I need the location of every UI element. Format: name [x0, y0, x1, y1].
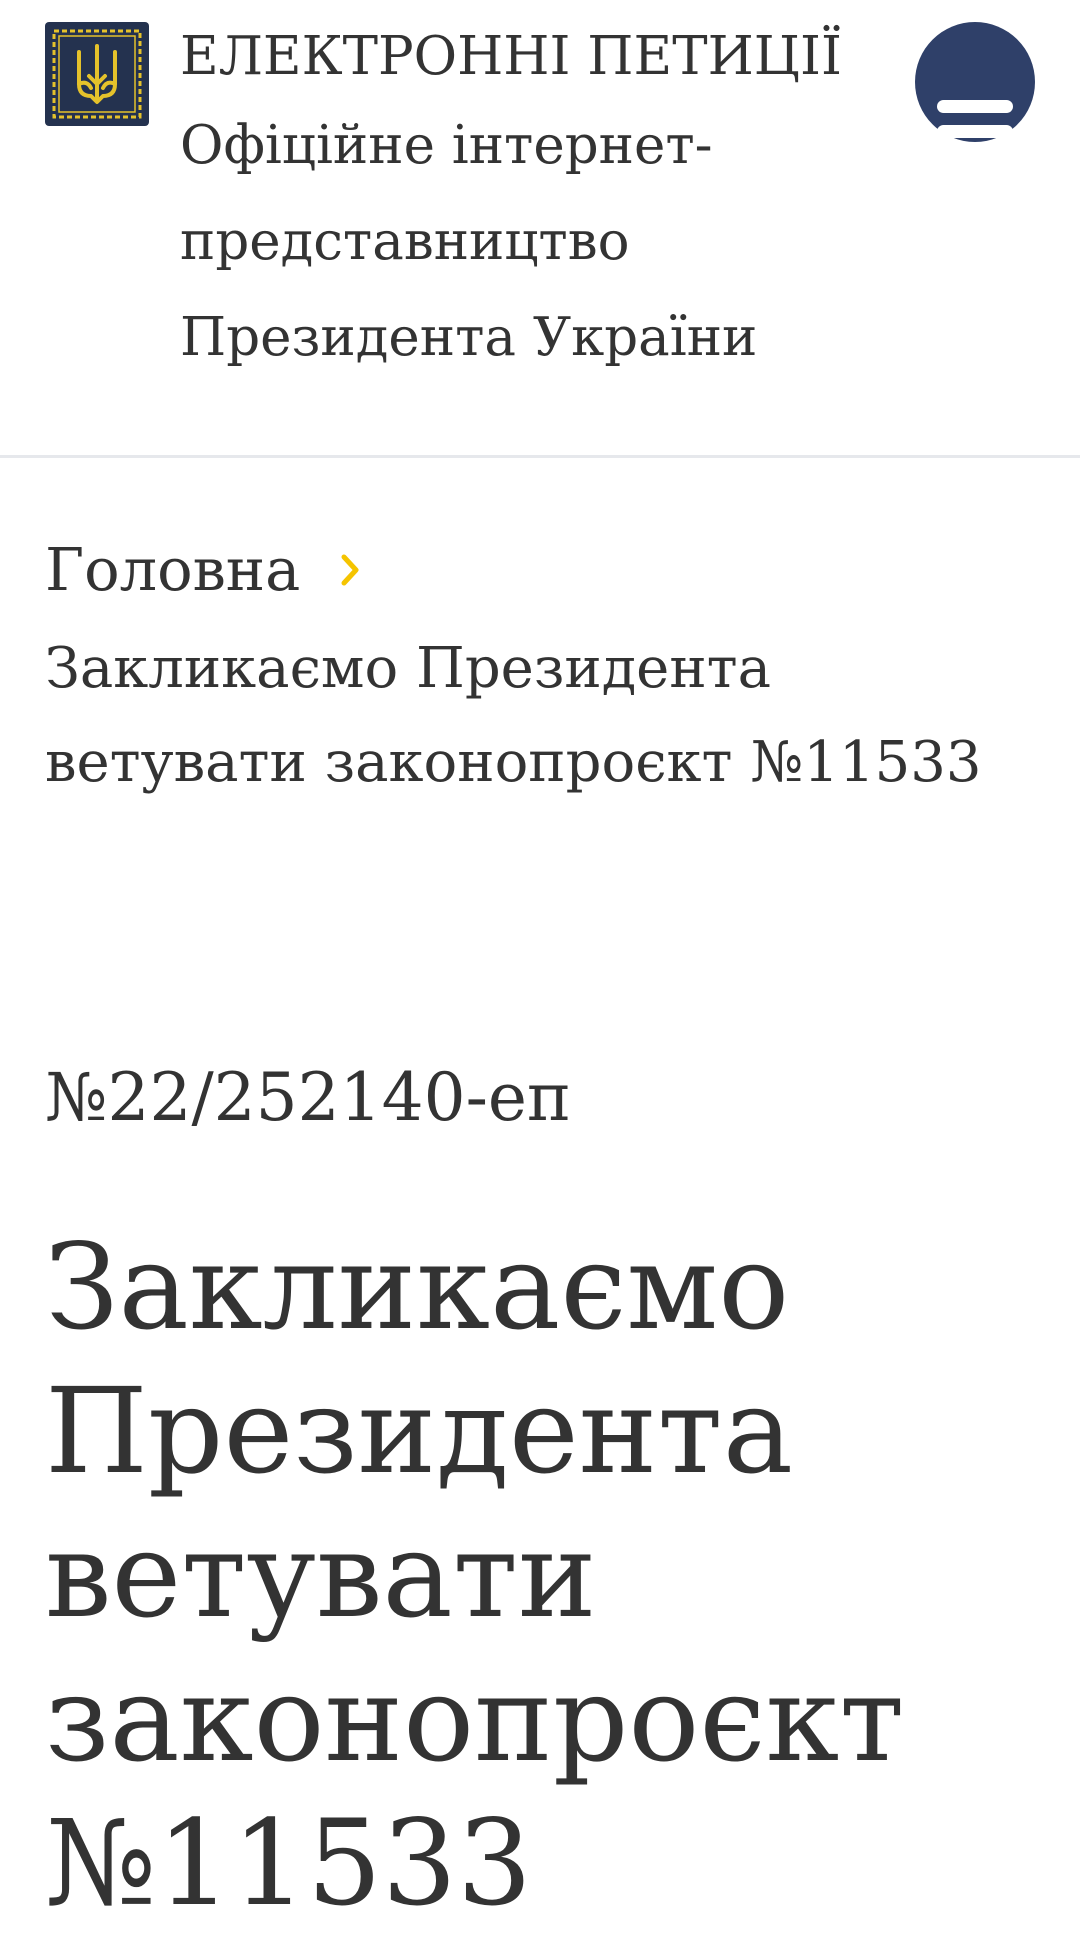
site-title: ЕЛЕКТРОННІ ПЕТИЦІЇ Офіційне інтернет-пре…: [180, 22, 860, 386]
breadcrumb-home-link[interactable]: Головна: [45, 520, 300, 620]
breadcrumb: Головна Закликаємо Президента ветувати з…: [45, 520, 1005, 810]
site-header: ЕЛЕКТРОННІ ПЕТИЦІЇ Офіційне інтернет-пре…: [0, 0, 1080, 458]
breadcrumb-current: Закликаємо Президента ветувати законопро…: [45, 636, 982, 795]
site-title-main: ЕЛЕКТРОННІ ПЕТИЦІЇ: [180, 26, 842, 87]
site-logo[interactable]: [45, 22, 149, 126]
chevron-right-icon: [341, 554, 359, 586]
petition-title: Закликаємо Президента ветувати законопро…: [45, 1218, 905, 1932]
site-title-subtitle: Офіційне інтернет-представництво Президе…: [180, 115, 758, 368]
trident-coat-of-arms-icon: [52, 29, 142, 119]
petition-number: №22/252140-еп: [45, 1059, 571, 1136]
menu-button[interactable]: [915, 22, 1035, 142]
